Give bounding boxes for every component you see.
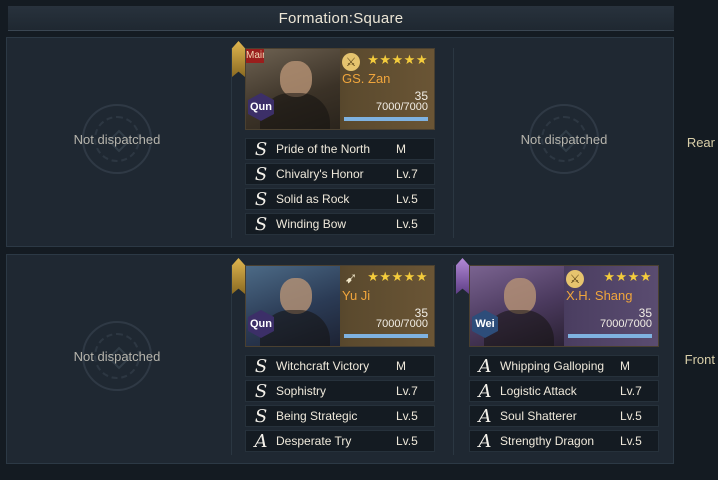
whip-icon: ⚔ (342, 53, 360, 71)
skill-name: Logistic Attack (500, 384, 577, 398)
hero-name: GS. Zan (342, 71, 391, 86)
rear-row-panel: Not dispatched Main Qun ⚔ ★★★★★ GS. Zan … (6, 37, 674, 247)
row-label-rear: Rear (686, 135, 715, 150)
skill-row[interactable]: A Strengthy Dragon Lv.5 (469, 430, 659, 452)
skill-row[interactable]: S Witchcraft Victory M (245, 355, 435, 377)
front-row-panel: Not dispatched Qun ➹ ★★★★★ Yu Ji 35 7000… (6, 254, 674, 464)
skill-level: Lv.7 (396, 167, 418, 181)
skill-name: Witchcraft Victory (276, 359, 370, 373)
skill-name: Strengthy Dragon (500, 434, 595, 448)
skill-name: Solid as Rock (276, 192, 350, 206)
hero-name: Yu Ji (342, 288, 371, 303)
skill-grade: A (254, 430, 268, 452)
skill-level: M (396, 142, 406, 156)
skill-level: Lv.7 (396, 384, 418, 398)
skill-level: Lv.5 (396, 192, 418, 206)
skill-name: Being Strategic (276, 409, 358, 423)
skill-grade: S (254, 355, 268, 377)
portrait-face (280, 278, 312, 314)
skill-row[interactable]: S Sophistry Lv.7 (245, 380, 435, 402)
skill-grade: S (254, 163, 268, 185)
portrait-face (280, 61, 312, 97)
skill-level: Lv.5 (396, 217, 418, 231)
hero-stars: ★★★★★ (367, 52, 428, 67)
hero-card-gs-zan[interactable]: Main Qun ⚔ ★★★★★ GS. Zan 35 7000/7000 (245, 48, 435, 130)
skill-row[interactable]: A Whipping Galloping M (469, 355, 659, 377)
skill-row[interactable]: S Solid as Rock Lv.5 (245, 188, 435, 210)
skill-name: Soul Shatterer (500, 409, 577, 423)
bow-icon: ➹ (344, 270, 358, 287)
skill-row[interactable]: S Pride of the North M (245, 138, 435, 160)
slot-divider (231, 48, 232, 238)
empty-slot-rear-left[interactable]: Not dispatched (7, 64, 227, 214)
hero-rank-badge-icon (232, 41, 245, 77)
skill-name: Sophistry (276, 384, 327, 398)
skill-grade: S (254, 213, 268, 235)
skill-name: Winding Bow (276, 217, 347, 231)
troop-bar (344, 117, 428, 121)
skill-list-xh-shang: A Whipping Galloping M A Logistic Attack Lv.… (469, 355, 659, 455)
hero-rank-badge-icon (456, 258, 469, 294)
skill-row[interactable]: A Desperate Try Lv.5 (245, 430, 435, 452)
skill-grade: A (478, 380, 492, 402)
skill-level: Lv.5 (620, 409, 642, 423)
empty-slot-front-left[interactable]: Not dispatched (7, 281, 227, 431)
skill-grade: S (254, 380, 268, 402)
hero-card-yu-ji[interactable]: Qun ➹ ★★★★★ Yu Ji 35 7000/7000 (245, 265, 435, 347)
skill-row[interactable]: S Being Strategic Lv.5 (245, 405, 435, 427)
slot-divider (453, 265, 454, 455)
skill-name: Pride of the North (276, 142, 371, 156)
skill-row[interactable]: A Soul Shatterer Lv.5 (469, 405, 659, 427)
hero-troops: 7000/7000 (600, 318, 652, 330)
hero-card-xh-shang[interactable]: Wei ⚔ ★★★★ X.H. Shang 35 7000/7000 (469, 265, 659, 347)
skill-level: M (396, 359, 406, 373)
troop-fill (568, 334, 652, 338)
skill-level: M (620, 359, 630, 373)
skill-list-yu-ji: S Witchcraft Victory M S Sophistry Lv.7 S Bei… (245, 355, 435, 455)
skill-row[interactable]: S Chivalry's Honor Lv.7 (245, 163, 435, 185)
skill-list-gs-zan: S Pride of the North M S Chivalry's Honor Lv… (245, 138, 435, 238)
skill-level: Lv.5 (396, 434, 418, 448)
main-commander-tag: Main (246, 49, 264, 63)
empty-slot-label: Not dispatched (73, 349, 161, 364)
slot-divider (231, 265, 232, 455)
hero-stars: ★★★★ (603, 269, 652, 284)
empty-slot-label: Not dispatched (73, 132, 161, 147)
formation-title-bar: Formation:Square (8, 6, 674, 31)
empty-slot-label: Not dispatched (520, 132, 608, 147)
troop-fill (344, 334, 428, 338)
whip-icon: ⚔ (566, 270, 584, 288)
skill-grade: A (478, 405, 492, 427)
hero-rank-badge-icon (232, 258, 245, 294)
skill-level: Lv.5 (620, 434, 642, 448)
skill-row[interactable]: A Logistic Attack Lv.7 (469, 380, 659, 402)
skill-level: Lv.5 (396, 409, 418, 423)
skill-grade: A (478, 430, 492, 452)
empty-slot-rear-right[interactable]: Not dispatched (454, 64, 674, 214)
row-label-front: Front (684, 352, 715, 367)
skill-level: Lv.7 (620, 384, 642, 398)
hero-name: X.H. Shang (566, 288, 633, 303)
hero-troops: 7000/7000 (376, 101, 428, 113)
formation-title: Formation:Square (278, 9, 404, 27)
troop-bar (344, 334, 428, 338)
hero-troops: 7000/7000 (376, 318, 428, 330)
skill-name: Whipping Galloping (500, 359, 605, 373)
skill-row[interactable]: S Winding Bow Lv.5 (245, 213, 435, 235)
skill-grade: A (478, 355, 492, 377)
troop-fill (344, 117, 428, 121)
skill-grade: S (254, 405, 268, 427)
hero-stars: ★★★★★ (367, 269, 428, 284)
skill-grade: S (254, 188, 268, 210)
skill-grade: S (254, 138, 268, 160)
portrait-face (504, 278, 536, 314)
troop-bar (568, 334, 652, 338)
skill-name: Chivalry's Honor (276, 167, 364, 181)
skill-name: Desperate Try (276, 434, 352, 448)
